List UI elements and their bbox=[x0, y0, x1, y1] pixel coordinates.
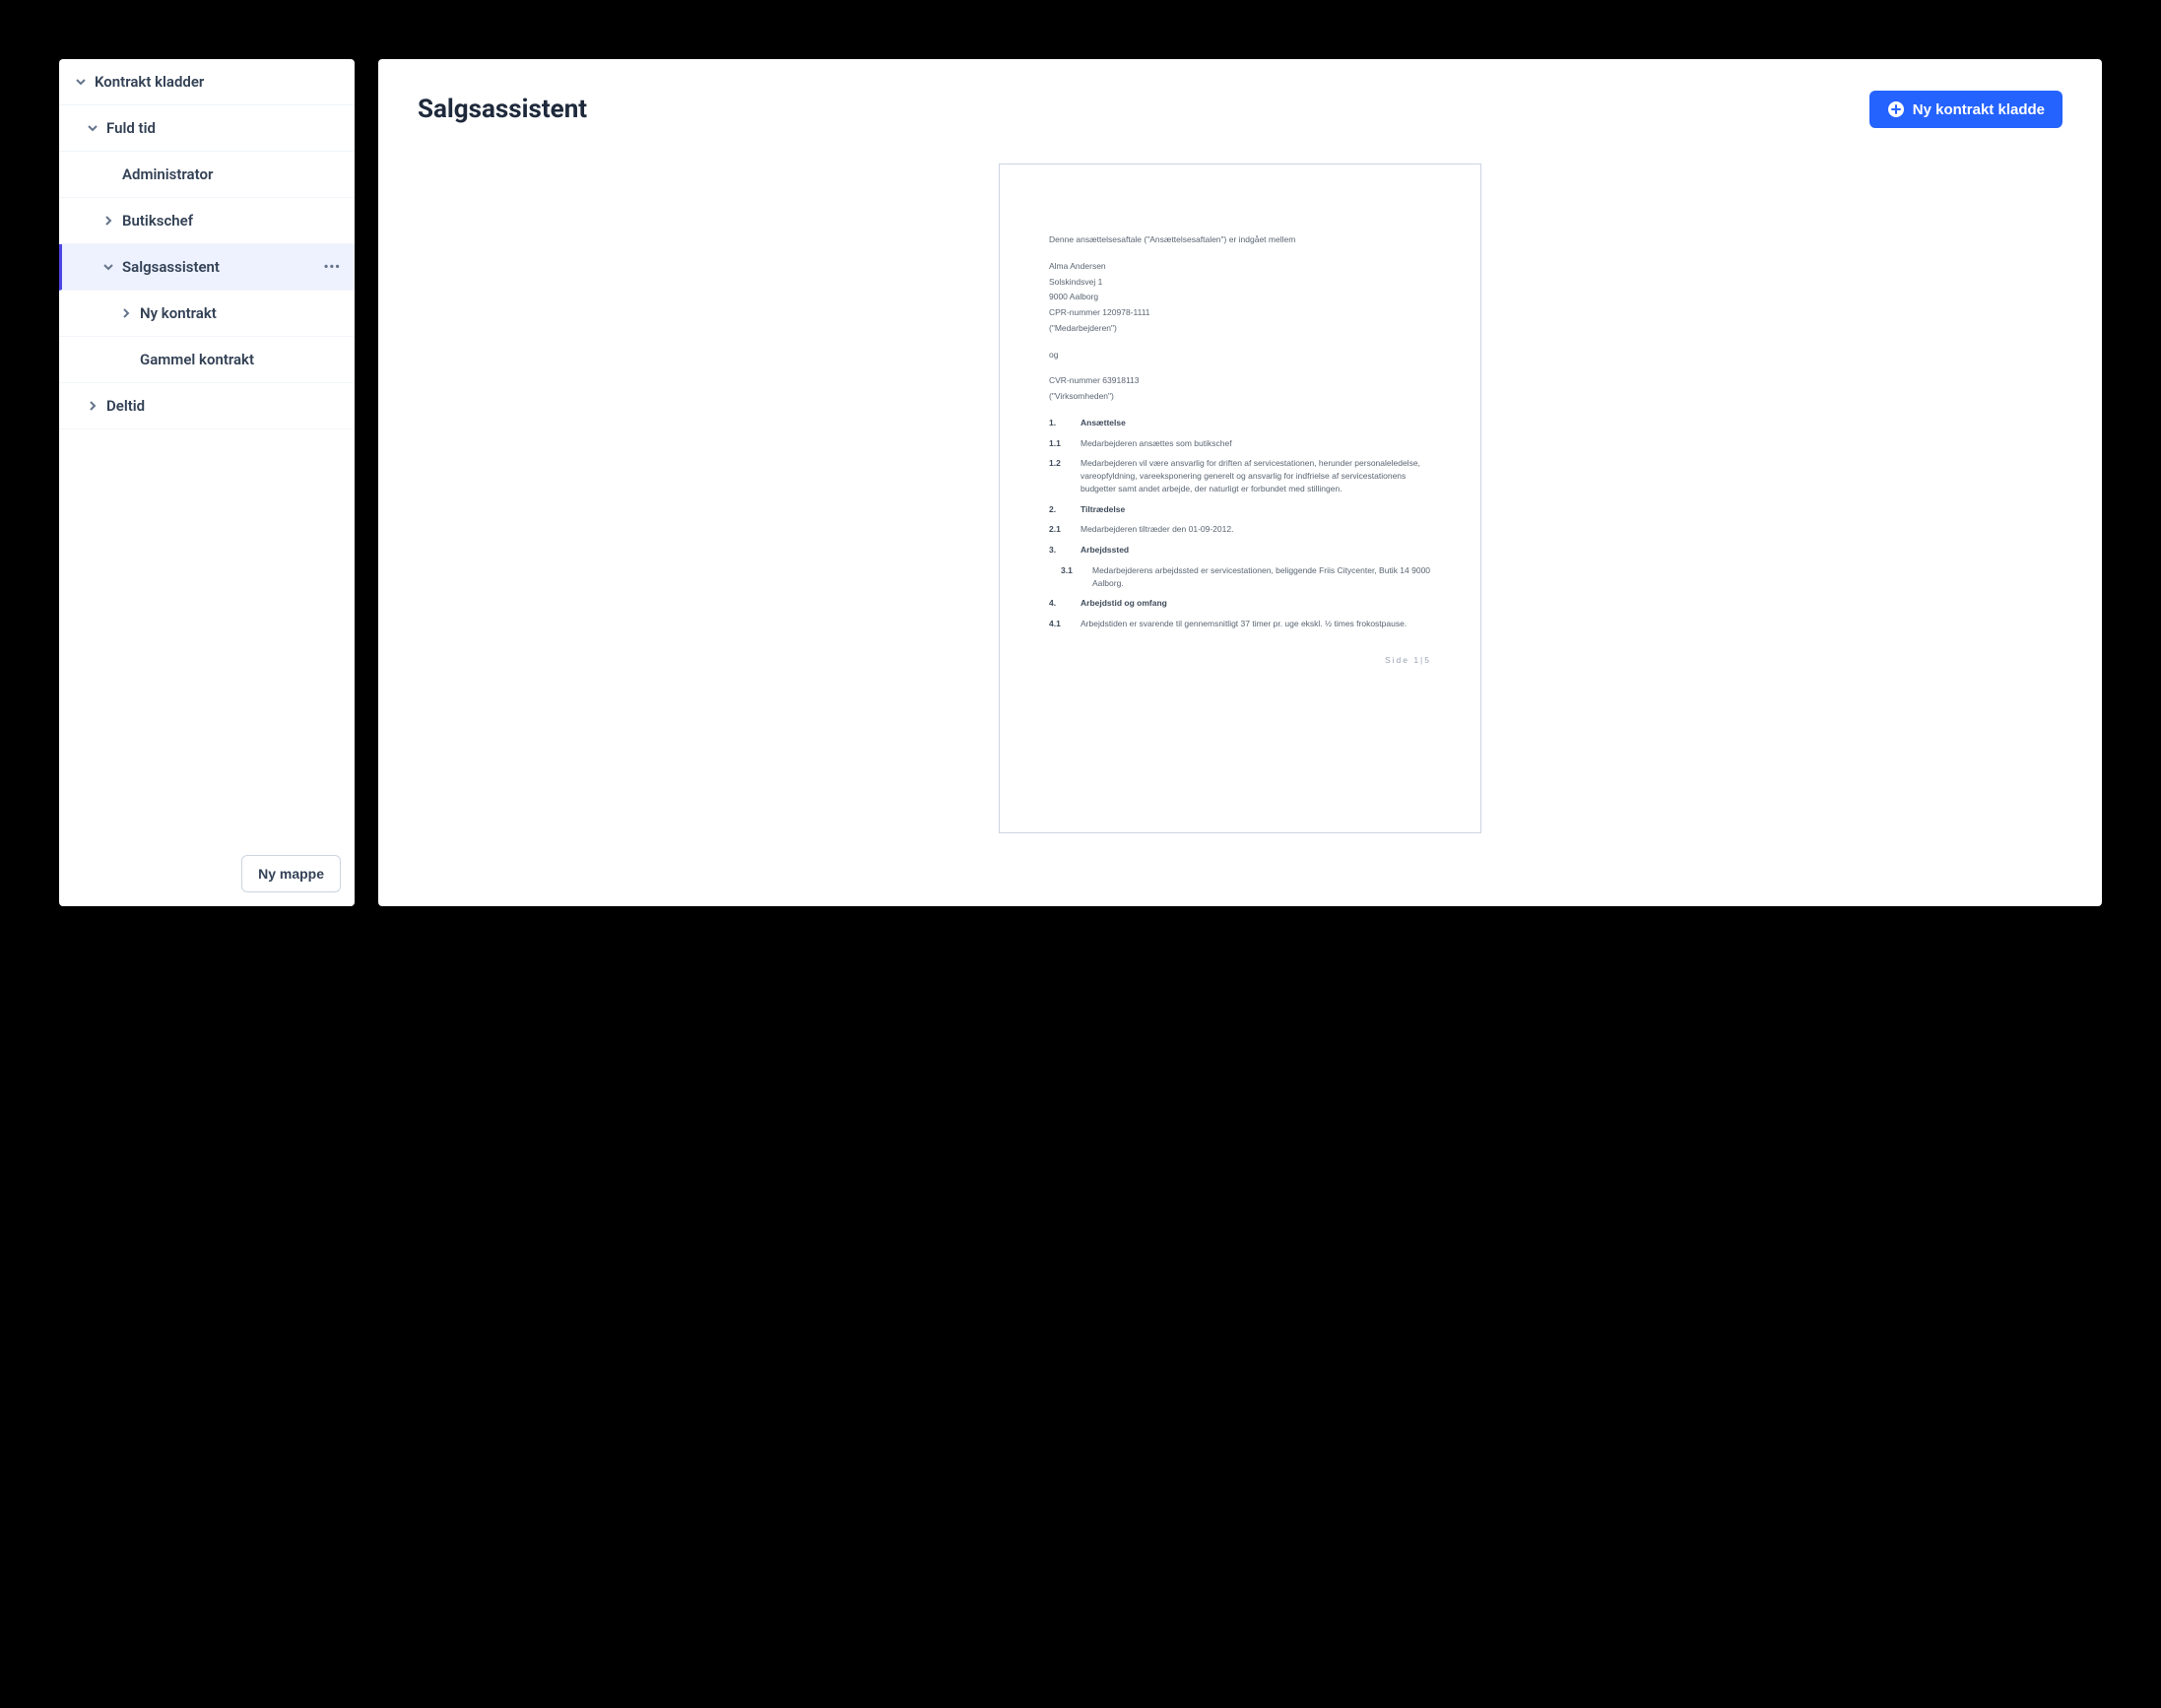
tree-item-gammel-kontrakt[interactable]: Gammel kontrakt bbox=[59, 337, 355, 383]
tree-item-deltid[interactable]: Deltid bbox=[59, 383, 355, 429]
tree-item-butikschef[interactable]: Butikschef bbox=[59, 198, 355, 244]
tree-label: Kontrakt kladder bbox=[95, 73, 204, 91]
plus-circle-icon bbox=[1887, 100, 1905, 118]
chevron-down-icon bbox=[100, 261, 116, 273]
tree-item-salgsassistent[interactable]: Salgsassistent ••• bbox=[59, 244, 355, 291]
tree-item-fuld-tid[interactable]: Fuld tid bbox=[59, 105, 355, 152]
chevron-down-icon bbox=[85, 122, 100, 134]
tree-label: Gammel kontrakt bbox=[140, 351, 254, 368]
doc-party-a-role: ("Medarbejderen") bbox=[1049, 322, 1431, 335]
doc-section-title: Tiltrædelse bbox=[1080, 503, 1125, 516]
doc-sub-text: Medarbejderen ansættes som butikschef bbox=[1080, 437, 1431, 450]
sidebar: Kontrakt kladder Fuld tid Administrator … bbox=[59, 59, 355, 906]
sidebar-footer: Ny mappe bbox=[59, 841, 355, 906]
tree-label: Deltid bbox=[106, 397, 145, 415]
doc-party-a-city: 9000 Aalborg bbox=[1049, 291, 1431, 303]
tree-label: Administrator bbox=[122, 165, 213, 183]
doc-party-b-cvr: CVR-nummer 63918113 bbox=[1049, 374, 1431, 387]
doc-section-num: 3. bbox=[1049, 544, 1069, 557]
tree-label: Butikschef bbox=[122, 212, 193, 230]
doc-party-a-street: Solskindsvej 1 bbox=[1049, 276, 1431, 289]
doc-section-num: 1. bbox=[1049, 417, 1069, 429]
doc-section-num: 4. bbox=[1049, 597, 1069, 610]
new-folder-button[interactable]: Ny mappe bbox=[241, 855, 341, 892]
button-label: Ny kontrakt kladde bbox=[1913, 101, 2045, 118]
doc-party-a-cpr: CPR-nummer 120978-1111 bbox=[1049, 306, 1431, 319]
chevron-right-icon bbox=[85, 400, 100, 412]
doc-sub-num: 2.1 bbox=[1049, 523, 1069, 536]
doc-page-footer: Side 1|5 bbox=[1049, 654, 1431, 667]
tree-item-ny-kontrakt[interactable]: Ny kontrakt bbox=[59, 291, 355, 337]
sidebar-tree: Kontrakt kladder Fuld tid Administrator … bbox=[59, 59, 355, 841]
doc-intro: Denne ansættelsesaftale ("Ansættelsesaft… bbox=[1049, 233, 1431, 246]
doc-sub-num: 1.2 bbox=[1049, 457, 1069, 494]
tree-label: Ny kontrakt bbox=[140, 304, 217, 322]
tree-label: Salgsassistent bbox=[122, 258, 220, 276]
chevron-right-icon bbox=[100, 215, 116, 227]
new-contract-template-button[interactable]: Ny kontrakt kladde bbox=[1869, 91, 2063, 128]
doc-sub-text: Arbejdstiden er svarende til gennemsnitl… bbox=[1080, 618, 1431, 630]
doc-sub-text: Medarbejderens arbejdssted er servicesta… bbox=[1092, 564, 1431, 590]
doc-sub-num: 1.1 bbox=[1049, 437, 1069, 450]
doc-sub-num: 4.1 bbox=[1049, 618, 1069, 630]
doc-sub-text: Medarbejderen vil være ansvarlig for dri… bbox=[1080, 457, 1431, 494]
doc-sub-text: Medarbejderen tiltræder den 01-09-2012. bbox=[1080, 523, 1431, 536]
doc-sub-num: 3.1 bbox=[1061, 564, 1080, 590]
more-options-icon[interactable]: ••• bbox=[324, 260, 341, 275]
doc-party-b-role: ("Virksomheden") bbox=[1049, 390, 1431, 403]
main-header: Salgsassistent Ny kontrakt kladde bbox=[418, 91, 2063, 128]
tree-root-kontrakt-kladder[interactable]: Kontrakt kladder bbox=[59, 59, 355, 105]
doc-and: og bbox=[1049, 349, 1431, 361]
chevron-down-icon bbox=[73, 76, 89, 88]
doc-section-title: Ansættelse bbox=[1080, 417, 1126, 429]
page-title: Salgsassistent bbox=[418, 95, 587, 124]
doc-party-a-name: Alma Andersen bbox=[1049, 260, 1431, 273]
document-preview: Denne ansættelsesaftale ("Ansættelsesaft… bbox=[999, 164, 1481, 833]
doc-section-title: Arbejdstid og omfang bbox=[1080, 597, 1167, 610]
chevron-right-icon bbox=[118, 307, 134, 319]
tree-label: Fuld tid bbox=[106, 119, 156, 137]
doc-section-title: Arbejdssted bbox=[1080, 544, 1129, 557]
tree-item-administrator[interactable]: Administrator bbox=[59, 152, 355, 198]
doc-section-num: 2. bbox=[1049, 503, 1069, 516]
main-panel: Salgsassistent Ny kontrakt kladde Denne … bbox=[378, 59, 2102, 906]
